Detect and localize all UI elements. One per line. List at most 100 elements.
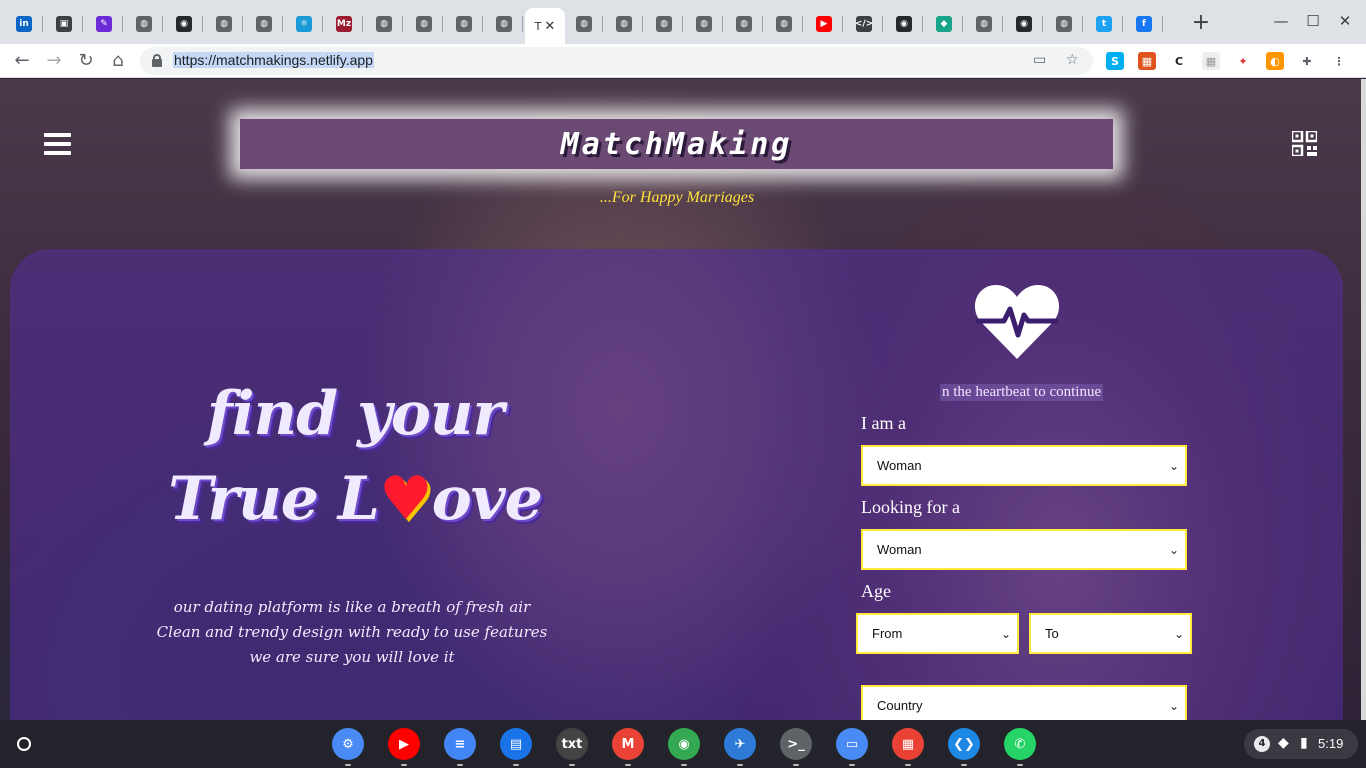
settings-app-icon[interactable]: ⚙ [332, 728, 364, 766]
extension-icon[interactable]: ▦ [1138, 52, 1156, 70]
browser-tab[interactable]: ◍ [245, 8, 283, 40]
new-tab-button[interactable]: + [1190, 12, 1212, 34]
docs-app-icon[interactable]: ≡ [444, 728, 476, 766]
browser-tab[interactable]: ◍ [365, 8, 403, 40]
vscode-app-icon[interactable]: ❮❯ [948, 728, 980, 766]
extension-grid-icon[interactable]: ▦ [1202, 52, 1220, 70]
tab-active[interactable]: T ✕ [525, 8, 565, 44]
terminal-app-icon[interactable]: >_ [780, 728, 812, 766]
back-button[interactable]: ← [10, 49, 34, 73]
age-to-value: To [1045, 626, 1059, 641]
code-icon: </> [855, 16, 873, 32]
running-indicator [793, 764, 799, 766]
screencast-app-icon[interactable]: ▦ [892, 728, 924, 766]
bookmark-star-icon[interactable]: ☆ [1066, 52, 1079, 68]
github-icon: ◉ [176, 16, 192, 32]
browser-tab[interactable]: ◍ [725, 8, 763, 40]
extension-c-icon[interactable]: C [1170, 52, 1188, 70]
globe-icon: ◍ [736, 16, 752, 32]
browser-tab[interactable]: f [1125, 8, 1163, 40]
browser-tab[interactable]: ◉ [1005, 8, 1043, 40]
iam-select-value: Woman [877, 458, 922, 473]
forward-button[interactable]: → [42, 49, 66, 73]
running-indicator [401, 764, 407, 766]
browser-tab[interactable]: </> [845, 8, 883, 40]
browser-tab[interactable]: ◍ [205, 8, 243, 40]
browser-tab[interactable]: ◍ [1045, 8, 1083, 40]
browser-tab[interactable]: ◍ [965, 8, 1003, 40]
browser-tab[interactable]: in [5, 8, 43, 40]
status-tray[interactable]: 4 ◆ ▮ 5:19 [1244, 729, 1358, 759]
feedly-app-icon[interactable]: ✈ [724, 728, 756, 766]
browser-tab[interactable]: ◍ [605, 8, 643, 40]
skype-extension-icon[interactable]: S [1106, 52, 1124, 70]
address-bar[interactable]: https://matchmakings.netlify.app ▭ ☆ [140, 47, 1093, 75]
browser-tab[interactable]: ✎ [85, 8, 123, 40]
tab-separator [362, 16, 363, 32]
page-scrollbar[interactable] [1361, 79, 1366, 720]
age-to-select[interactable]: To ⌄ [1029, 613, 1192, 654]
extensions-puzzle-icon[interactable]: ✚ [1298, 52, 1316, 70]
lock-icon [152, 54, 162, 67]
close-window-button[interactable]: ✕ [1334, 12, 1356, 30]
extension-wand-icon[interactable]: ✦ [1234, 52, 1252, 70]
globe-icon: ◍ [776, 16, 792, 32]
browser-tab[interactable]: ◍ [445, 8, 483, 40]
chrome-menu-icon[interactable]: ⋮ [1330, 52, 1348, 70]
looking-for-select[interactable]: Woman ⌄ [861, 529, 1187, 570]
text-app-icon[interactable]: txt [556, 728, 588, 766]
browser-tab[interactable]: ▶ [805, 8, 843, 40]
browser-tab[interactable]: ◍ [765, 8, 803, 40]
browser-tab[interactable]: ◆ [925, 8, 963, 40]
close-tab-icon[interactable]: ✕ [544, 19, 555, 34]
launcher-button[interactable] [8, 728, 40, 760]
tab-separator [202, 16, 203, 32]
qr-code-icon[interactable] [1292, 131, 1317, 156]
hero-heading-line2: True L♥ove [150, 464, 560, 534]
browser-tab[interactable]: ◍ [405, 8, 443, 40]
iam-select[interactable]: Woman ⌄ [861, 445, 1187, 486]
tab-separator [282, 16, 283, 32]
maximize-button[interactable]: ☐ [1302, 12, 1324, 30]
chrome-app-icon[interactable]: ◉ [668, 728, 700, 766]
heartbeat-icon[interactable] [974, 283, 1060, 359]
gmail-app-icon[interactable]: M [612, 728, 644, 766]
browser-tab[interactable]: ◉ [165, 8, 203, 40]
browser-tab[interactable]: ◍ [565, 8, 603, 40]
age-from-select[interactable]: From ⌄ [856, 613, 1019, 654]
globe-icon: ◍ [696, 16, 712, 32]
browser-tab[interactable]: ◍ [485, 8, 523, 40]
firefox-extension-icon[interactable]: ◐ [1266, 52, 1284, 70]
tab-separator [682, 16, 683, 32]
browser-tab[interactable]: ◍ [685, 8, 723, 40]
reload-button[interactable]: ↻ [74, 49, 98, 73]
globe-icon: ◍ [656, 16, 672, 32]
age-from-value: From [872, 626, 903, 641]
files-app-icon[interactable]: ▭ [836, 728, 868, 766]
browser-tab[interactable]: ◍ [645, 8, 683, 40]
chat-app-icon[interactable]: ▤ [500, 728, 532, 766]
whatsapp-app-icon[interactable]: ✆ [1004, 728, 1036, 766]
chevron-down-icon: ⌄ [1173, 626, 1184, 641]
tab-separator [802, 16, 803, 32]
running-indicator [681, 764, 687, 766]
browser-tab[interactable]: ◉ [885, 8, 923, 40]
tab-separator [962, 16, 963, 32]
tab-separator [162, 16, 163, 32]
browser-tab[interactable]: ⚛ [285, 8, 323, 40]
browser-tab[interactable]: ▣ [45, 8, 83, 40]
install-app-icon[interactable]: ▭ [1033, 52, 1046, 68]
browser-tab[interactable]: Mz [325, 8, 363, 40]
tab-separator [922, 16, 923, 32]
country-select[interactable]: Country ⌄ [861, 685, 1187, 720]
browser-tab[interactable]: t [1085, 8, 1123, 40]
minimize-button[interactable]: — [1270, 12, 1292, 30]
globe-icon: ◍ [576, 16, 592, 32]
home-button[interactable]: ⌂ [106, 49, 130, 73]
url-text[interactable]: https://matchmakings.netlify.app [173, 52, 374, 68]
youtube-app-icon[interactable]: ▶ [388, 728, 420, 766]
tab-separator [882, 16, 883, 32]
hamburger-menu-icon[interactable] [44, 133, 71, 155]
browser-tab[interactable]: ◍ [125, 8, 163, 40]
tab-separator [1042, 16, 1043, 32]
